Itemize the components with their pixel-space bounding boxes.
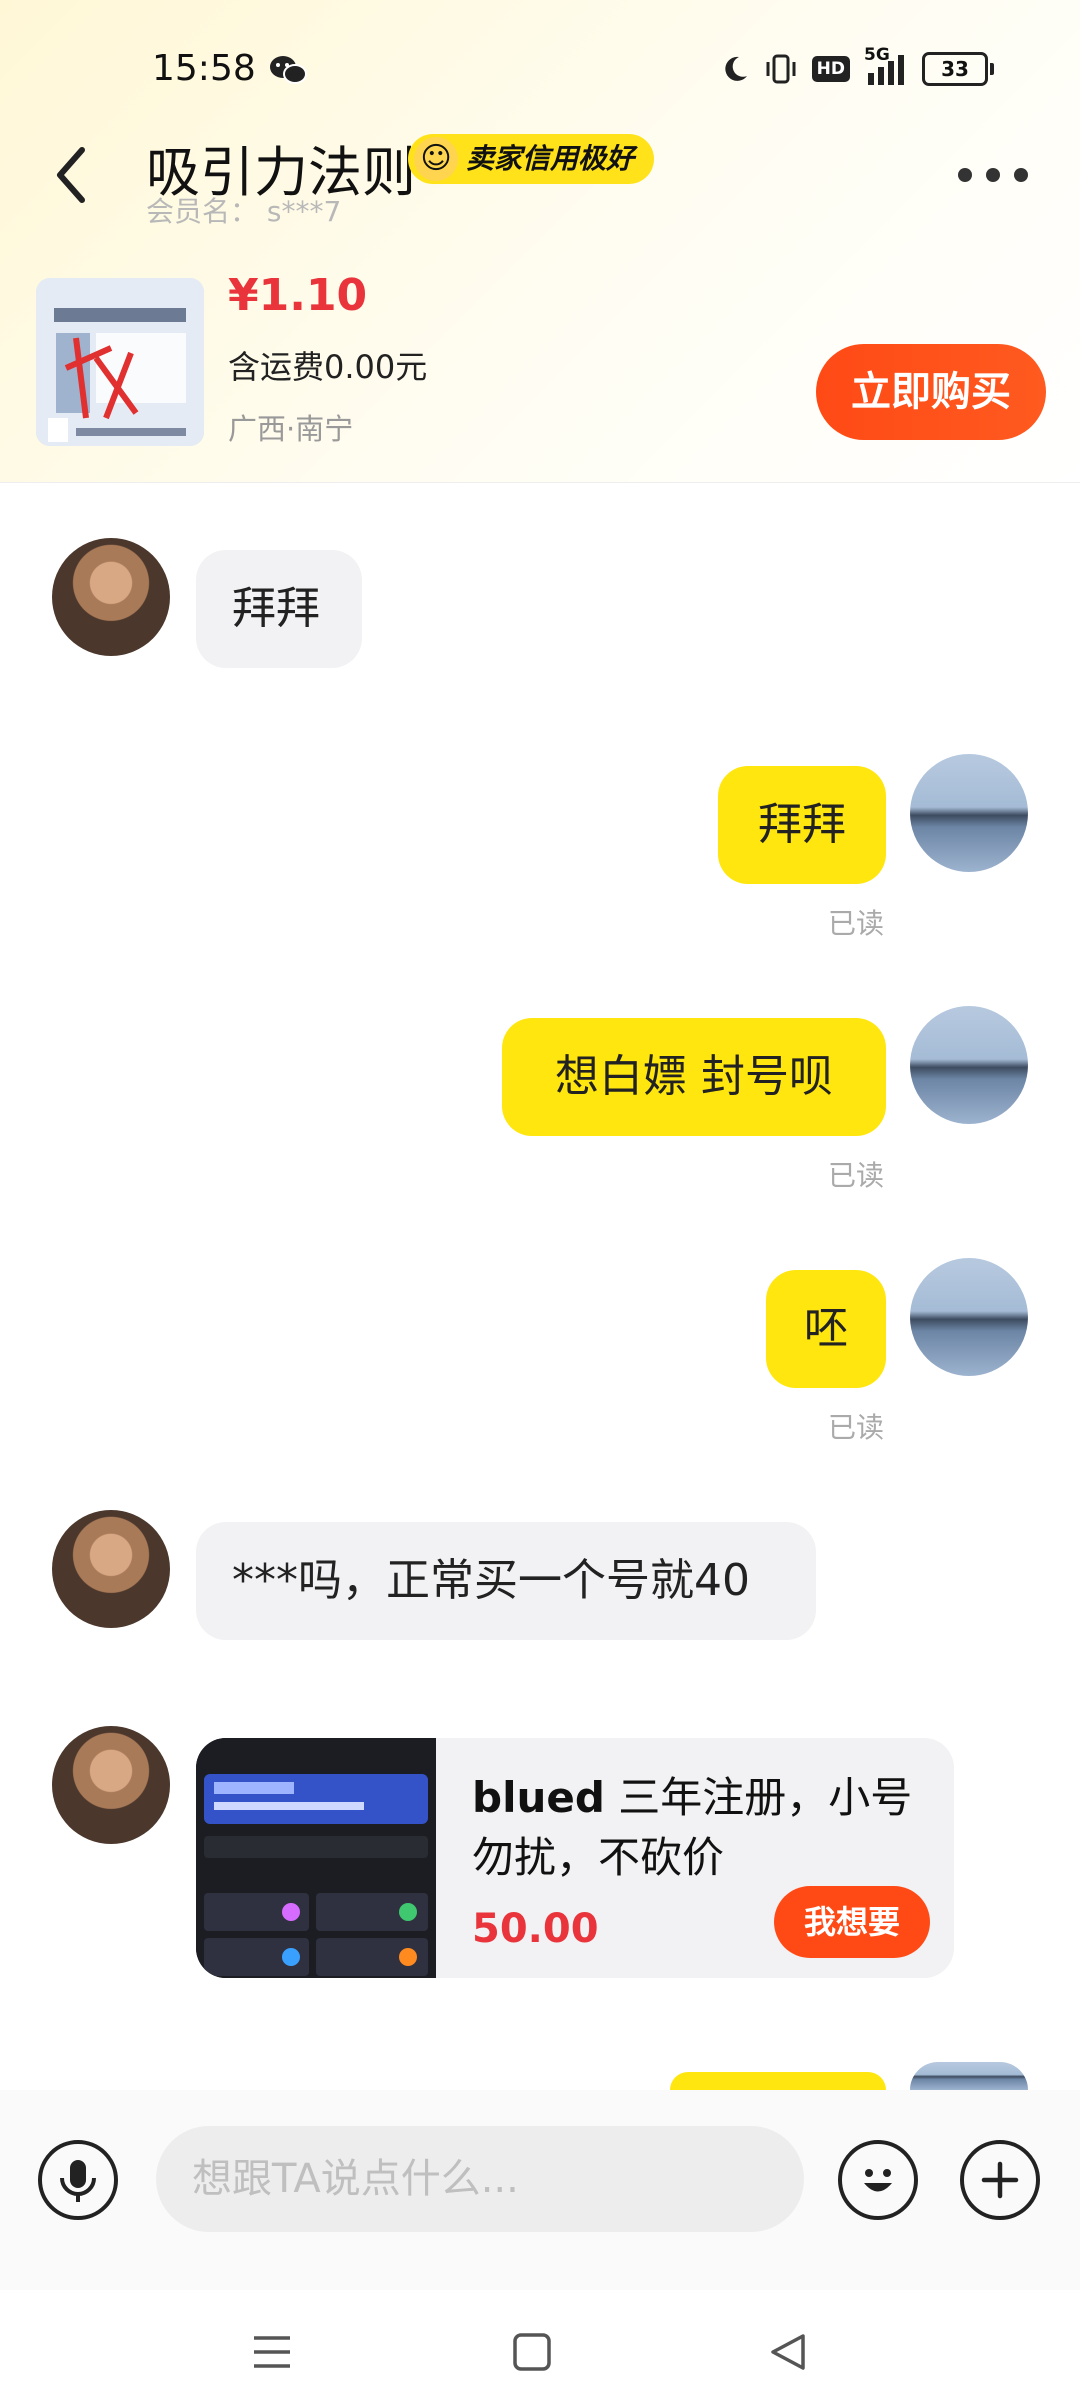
member-row: 会员名： s***7: [146, 190, 341, 230]
shipping-fee: 含运费0.00元: [228, 348, 428, 386]
more-options-button[interactable]: [958, 160, 1028, 190]
battery-icon: 33: [922, 52, 994, 86]
smiley-icon: [864, 2169, 892, 2192]
product-card-price: 50.00: [472, 1906, 599, 1952]
signal-icon: 5G: [864, 45, 908, 85]
product-card-title: blued 三年注册，小号勿扰，不砍价: [472, 1773, 913, 1882]
credit-badge[interactable]: ☺ 卖家信用极好: [408, 134, 655, 184]
microphone-icon: [60, 2160, 96, 2202]
message-bubble-out-partial: [670, 2072, 886, 2090]
status-time: 15:58: [152, 48, 256, 89]
back-nav-icon[interactable]: [768, 2332, 808, 2372]
dot-icon: [1014, 168, 1028, 182]
product-card-image: [196, 1738, 436, 1978]
seller-avatar[interactable]: [52, 538, 170, 656]
read-status: 已读: [828, 1159, 885, 1192]
voice-button[interactable]: [38, 2140, 118, 2220]
my-avatar[interactable]: [910, 1006, 1028, 1124]
my-avatar-partial: [910, 2062, 1028, 2090]
menu-nav-icon[interactable]: [252, 2334, 292, 2370]
add-button[interactable]: [960, 2140, 1040, 2220]
input-bar: [0, 2090, 1080, 2290]
plus-icon: [981, 2161, 1019, 2199]
smile-emoji-icon: ☺: [414, 137, 458, 181]
product-card[interactable]: blued 三年注册，小号勿扰，不砍价 50.00 我想要: [196, 1738, 954, 1978]
product-price: ¥1.10: [228, 270, 368, 321]
member-label: 会员名：: [146, 195, 259, 228]
wechat-icon: [270, 56, 307, 84]
read-status: 已读: [828, 1411, 885, 1444]
my-avatar[interactable]: [910, 1258, 1028, 1376]
home-nav-icon[interactable]: [512, 2332, 552, 2372]
message-bubble-out[interactable]: 呸: [766, 1270, 886, 1388]
message-bubble-in[interactable]: ***吗，正常买一个号就40: [196, 1522, 816, 1640]
emoji-button[interactable]: [838, 2140, 918, 2220]
message-bubble-out[interactable]: 拜拜: [718, 766, 886, 884]
system-nav-bar: [0, 2290, 1080, 2400]
message-bubble-out[interactable]: 想白嫖 封号呗: [502, 1018, 886, 1136]
want-button[interactable]: 我想要: [774, 1886, 930, 1958]
read-status: 已读: [828, 907, 885, 940]
member-name: s***7: [266, 195, 342, 228]
product-location: 广西·南宁: [228, 412, 354, 446]
product-image: [36, 278, 204, 446]
dot-icon: [958, 168, 972, 182]
seller-avatar[interactable]: [52, 1726, 170, 1844]
status-icons: HD 5G 33: [720, 45, 994, 86]
network-type: 5G: [864, 45, 890, 65]
message-bubble-in[interactable]: 拜拜: [196, 550, 362, 668]
credit-badge-label: 卖家信用极好: [466, 142, 635, 175]
my-avatar[interactable]: [910, 754, 1028, 872]
buy-now-button[interactable]: 立即购买: [816, 344, 1046, 440]
moon-icon: [724, 56, 747, 81]
back-button[interactable]: [44, 140, 104, 210]
product-thumbnail[interactable]: [36, 278, 204, 446]
status-bar: 15:58 HD 5G 33: [0, 0, 1080, 140]
vibrate-icon: [766, 54, 796, 84]
hd-icon: HD: [811, 56, 850, 82]
seller-avatar[interactable]: [52, 1510, 170, 1628]
message-input[interactable]: [156, 2126, 804, 2232]
dot-icon: [986, 168, 1000, 182]
